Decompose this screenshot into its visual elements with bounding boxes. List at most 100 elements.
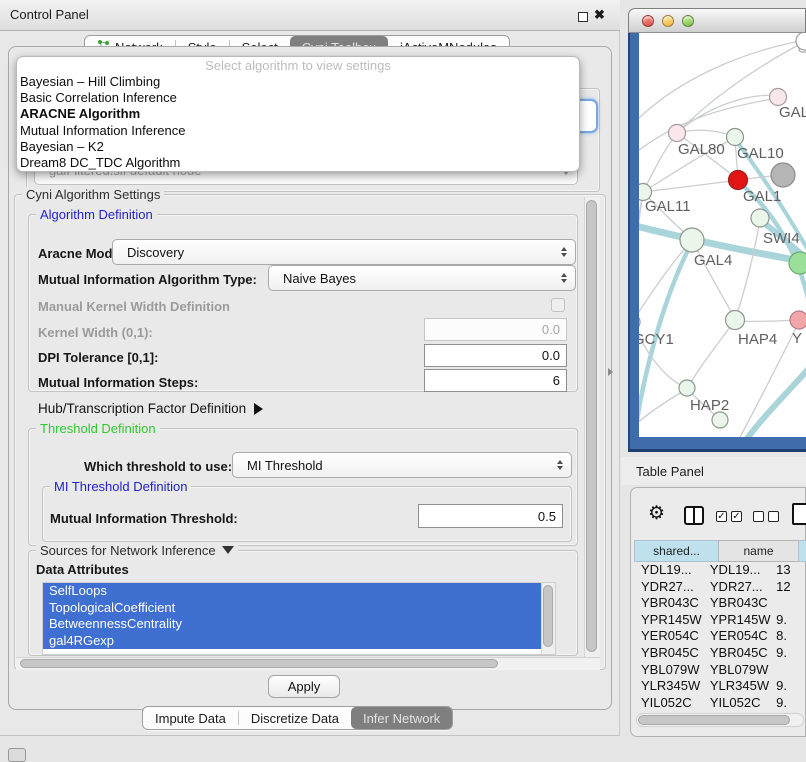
settings-vertical-scrollbar-thumb[interactable] [586,200,597,652]
tab-impute-data[interactable]: Impute Data [143,707,238,729]
aracne-mode-combo[interactable]: Discovery [112,239,576,265]
node-label: HAP2 [690,397,729,414]
table-row[interactable]: YER054CYER054C8. [634,628,806,645]
node-label: GAL7 [779,104,806,121]
column-header-partial[interactable] [798,540,806,562]
combo-spinner-icon [561,273,567,283]
manual-kernel-width-label: Manual Kernel Width Definition [38,299,230,314]
algorithm-select-popup: Select algorithm to view settings Bayesi… [16,56,580,172]
popup-placeholder: Select algorithm to view settings [17,58,579,74]
checkbox-checked-icon[interactable]: ✓ [731,511,742,522]
node-label: GAL80 [678,141,725,158]
page-icon[interactable] [792,503,806,525]
node-unlabeled[interactable] [796,33,806,50]
tab-infer-network[interactable]: Infer Network [351,707,452,729]
gear-icon[interactable]: ⚙ [648,502,665,525]
sources-group-label[interactable]: Sources for Network Inference [36,543,238,558]
list-item[interactable]: gal4RGexp [43,633,555,650]
table-row[interactable]: YPR145WYPR145W9. [634,612,806,629]
which-threshold-combo[interactable]: MI Threshold [232,452,572,478]
node-hap4[interactable] [726,311,745,330]
table-row[interactable]: YBR043CYBR043C [634,595,806,612]
node-gal10[interactable] [727,129,744,146]
collapse-down-icon [222,546,234,554]
table-row[interactable]: YIL052CYIL052C9. [634,695,806,708]
popup-item[interactable]: Dream8 DC_TDC Algorithm [17,155,579,171]
node-label: HAP4 [738,331,777,348]
popup-item[interactable]: Bayesian – Hill Climbing [17,74,579,90]
popup-item[interactable]: Bayesian – K2 [17,139,579,155]
node-gcy1[interactable] [639,314,640,330]
control-panel-title: Control Panel [10,7,89,22]
dpi-tolerance-field[interactable] [424,344,567,367]
column-header-name[interactable]: name [718,540,798,562]
node-salmon[interactable] [790,311,806,329]
float-window-icon[interactable] [578,12,588,22]
node-gal4[interactable] [680,228,704,252]
list-item[interactable]: SelfLoops [43,583,555,600]
combo-spinner-icon [561,247,567,257]
table-row[interactable]: YBL079WYBL079W [634,662,806,679]
kernel-width-field[interactable] [424,318,567,341]
mi-threshold-label: Mutual Information Threshold: [50,511,238,526]
popup-item-selected[interactable]: ARACNE Algorithm [17,106,579,122]
node-label: GCY1 [639,331,674,348]
tab-discretize-data[interactable]: Discretize Data [239,707,351,729]
node-swi4[interactable] [751,209,769,227]
checkbox-empty-icon[interactable] [768,511,779,522]
settings-horizontal-scrollbar-thumb[interactable] [20,659,498,668]
node-label: GAL11 [645,198,691,215]
manual-kernel-width-checkbox[interactable] [551,298,565,312]
hub-definition-toggle[interactable]: Hub/Transcription Factor Definition [38,401,263,416]
dock-mini-icon[interactable] [8,748,26,762]
close-traffic-light-icon[interactable] [642,15,654,27]
mi-threshold-field[interactable] [418,504,563,528]
popup-item[interactable]: Mutual Information Inference [17,123,579,139]
list-item[interactable]: BetweennessCentrality [43,616,555,633]
control-panel-titlebar [0,0,620,31]
table-row[interactable]: YDR27...YDR27...12 [634,579,806,596]
checkbox-checked-icon[interactable]: ✓ [716,511,727,522]
app-screen: Control Panel ✖ Network Style Select Cyn… [0,0,806,762]
threshold-definition-label: Threshold Definition [36,421,160,436]
popup-item[interactable]: Basic Correlation Inference [17,90,579,106]
node-label: GAL4 [694,252,732,269]
node-gray[interactable] [771,163,795,187]
table-horizontal-scrollbar-thumb[interactable] [638,715,790,725]
zoom-traffic-light-icon[interactable] [682,15,694,27]
node-gal1[interactable] [729,171,748,190]
table-row[interactable]: YDL19...YDL19...13 [634,562,806,579]
node-label: GAL1 [743,188,781,205]
list-item[interactable]: TopologicalCoefficient [43,600,555,617]
apply-button[interactable]: Apply [268,675,340,698]
mi-steps-field[interactable] [424,369,567,392]
node-label: SWI4 [763,230,800,247]
close-icon[interactable]: ✖ [594,7,605,23]
cyni-bottom-tabbar: Impute Data Discretize Data Infer Networ… [142,706,453,730]
node-label: GAL10 [737,145,784,162]
data-attributes-label: Data Attributes [36,562,129,577]
node-gal80[interactable] [669,125,686,142]
checkbox-empty-icon[interactable] [753,511,764,522]
mi-threshold-group-label: MI Threshold Definition [50,479,191,494]
mi-algorithm-type-label: Mutual Information Algorithm Type: [38,272,257,287]
node-hap2[interactable] [679,380,695,396]
panel-collapse-handle[interactable] [608,368,613,376]
expand-right-icon [254,403,263,415]
network-view-canvas[interactable]: GAL7 GAL80 GAL10 GAL1 GAL11 SWI4 GAL4 GC… [639,33,806,437]
table-row[interactable]: YBR045CYBR045C9. [634,645,806,662]
network-graph: GAL7 GAL80 GAL10 GAL1 GAL11 SWI4 GAL4 GC… [639,33,806,437]
node-partial-bottom[interactable] [712,412,728,428]
attributes-vertical-scrollbar-thumb[interactable] [543,585,553,647]
cyni-settings-group-label: Cyni Algorithm Settings [22,187,164,202]
columns-icon[interactable] [684,506,704,525]
node-bright-green[interactable] [789,252,806,274]
table-row[interactable]: YLR345WYLR345W9. [634,678,806,695]
mi-algorithm-type-combo[interactable]: Naive Bayes [268,265,576,291]
minimize-traffic-light-icon[interactable] [662,15,674,27]
mi-steps-label: Mutual Information Steps: [38,375,198,390]
column-header-shared[interactable]: shared... [634,540,718,562]
node-gal7[interactable] [770,89,787,106]
combo-spinner-icon [557,460,563,470]
network-window-titlebar[interactable] [628,8,806,33]
